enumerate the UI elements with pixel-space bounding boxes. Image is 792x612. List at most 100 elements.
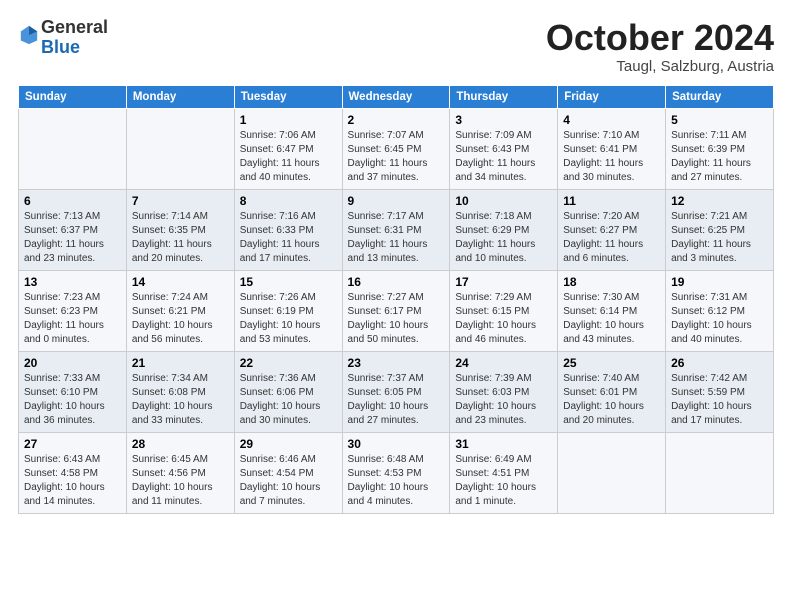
logo-icon [19,24,39,46]
week-row-1: 1 Sunrise: 7:06 AMSunset: 6:47 PMDaylight… [19,108,774,189]
day-number: 22 [240,356,337,370]
day-number: 5 [671,113,768,127]
day-number: 31 [455,437,552,451]
day-cell: 7 Sunrise: 7:14 AMSunset: 6:35 PMDaylight… [126,189,234,270]
day-number: 7 [132,194,229,208]
day-info: Sunrise: 6:49 AMSunset: 4:51 PMDaylight:… [455,453,552,509]
day-number: 1 [240,113,337,127]
day-cell [558,432,666,513]
day-info: Sunrise: 7:07 AMSunset: 6:45 PMDaylight:… [348,129,445,185]
weekday-header-friday: Friday [558,85,666,108]
day-info: Sunrise: 7:31 AMSunset: 6:12 PMDaylight:… [671,291,768,347]
day-number: 21 [132,356,229,370]
calendar-body: 1 Sunrise: 7:06 AMSunset: 6:47 PMDaylight… [19,108,774,513]
weekday-header-monday: Monday [126,85,234,108]
day-cell: 23 Sunrise: 7:37 AMSunset: 6:05 PMDayligh… [342,351,450,432]
day-cell: 5 Sunrise: 7:11 AMSunset: 6:39 PMDaylight… [666,108,774,189]
day-info: Sunrise: 7:06 AMSunset: 6:47 PMDaylight:… [240,129,337,185]
day-info: Sunrise: 6:43 AMSunset: 4:58 PMDaylight:… [24,453,121,509]
day-number: 26 [671,356,768,370]
day-cell: 8Sunrise: 7:16 AMSunset: 6:33 PMDaylight… [234,189,342,270]
day-info: Sunrise: 7:20 AMSunset: 6:27 PMDaylight:… [563,210,660,266]
day-number: 11 [563,194,660,208]
day-number: 16 [348,275,445,289]
day-cell: 22 Sunrise: 7:36 AMSunset: 6:06 PMDayligh… [234,351,342,432]
day-info: Sunrise: 7:26 AMSunset: 6:19 PMDaylight:… [240,291,337,347]
day-cell: 21 Sunrise: 7:34 AMSunset: 6:08 PMDayligh… [126,351,234,432]
day-number: 6 [24,194,121,208]
week-row-4: 20 Sunrise: 7:33 AMSunset: 6:10 PMDayligh… [19,351,774,432]
day-cell: 29 Sunrise: 6:46 AMSunset: 4:54 PMDayligh… [234,432,342,513]
day-info: Sunrise: 7:27 AMSunset: 6:17 PMDaylight:… [348,291,445,347]
day-number: 30 [348,437,445,451]
day-info: Sunrise: 7:23 AMSunset: 6:23 PMDaylight:… [24,291,121,347]
day-cell: 31 Sunrise: 6:49 AMSunset: 4:51 PMDayligh… [450,432,558,513]
day-info: Sunrise: 7:13 AMSunset: 6:37 PMDaylight:… [24,210,121,266]
day-cell: 26Sunrise: 7:42 AMSunset: 5:59 PMDayligh… [666,351,774,432]
day-number: 29 [240,437,337,451]
day-info: Sunrise: 6:48 AMSunset: 4:53 PMDaylight:… [348,453,445,509]
day-info: Sunrise: 7:37 AMSunset: 6:05 PMDaylight:… [348,372,445,428]
title-month: October 2024 [546,18,774,58]
day-cell [666,432,774,513]
day-cell: 18 Sunrise: 7:30 AMSunset: 6:14 PMDayligh… [558,270,666,351]
day-cell: 25Sunrise: 7:40 AMSunset: 6:01 PMDayligh… [558,351,666,432]
day-cell: 6 Sunrise: 7:13 AMSunset: 6:37 PMDaylight… [19,189,127,270]
day-number: 24 [455,356,552,370]
logo-general: General [41,17,108,37]
logo-blue: Blue [41,37,80,57]
day-cell: 20 Sunrise: 7:33 AMSunset: 6:10 PMDayligh… [19,351,127,432]
day-info: Sunrise: 7:33 AMSunset: 6:10 PMDaylight:… [24,372,121,428]
day-info: Sunrise: 6:45 AMSunset: 4:56 PMDaylight:… [132,453,229,509]
day-info: Sunrise: 7:10 AMSunset: 6:41 PMDaylight:… [563,129,660,185]
day-info: Sunrise: 7:09 AMSunset: 6:43 PMDaylight:… [455,129,552,185]
day-info: Sunrise: 7:36 AMSunset: 6:06 PMDaylight:… [240,372,337,428]
page: General Blue October 2024 Taugl, Salzbur… [0,0,792,612]
day-number: 18 [563,275,660,289]
day-cell: 17Sunrise: 7:29 AMSunset: 6:15 PMDayligh… [450,270,558,351]
day-number: 28 [132,437,229,451]
day-cell: 9 Sunrise: 7:17 AMSunset: 6:31 PMDaylight… [342,189,450,270]
day-cell: 1 Sunrise: 7:06 AMSunset: 6:47 PMDaylight… [234,108,342,189]
day-number: 12 [671,194,768,208]
weekday-header-wednesday: Wednesday [342,85,450,108]
day-cell: 3 Sunrise: 7:09 AMSunset: 6:43 PMDaylight… [450,108,558,189]
day-number: 23 [348,356,445,370]
week-row-5: 27Sunrise: 6:43 AMSunset: 4:58 PMDayligh… [19,432,774,513]
day-number: 3 [455,113,552,127]
weekday-header-tuesday: Tuesday [234,85,342,108]
day-cell: 28 Sunrise: 6:45 AMSunset: 4:56 PMDayligh… [126,432,234,513]
day-info: Sunrise: 7:21 AMSunset: 6:25 PMDaylight:… [671,210,768,266]
day-cell: 2 Sunrise: 7:07 AMSunset: 6:45 PMDaylight… [342,108,450,189]
day-number: 2 [348,113,445,127]
weekday-header-sunday: Sunday [19,85,127,108]
day-info: Sunrise: 7:18 AMSunset: 6:29 PMDaylight:… [455,210,552,266]
day-cell: 24Sunrise: 7:39 AMSunset: 6:03 PMDayligh… [450,351,558,432]
day-number: 8 [240,194,337,208]
day-info: Sunrise: 6:46 AMSunset: 4:54 PMDaylight:… [240,453,337,509]
weekday-header-thursday: Thursday [450,85,558,108]
day-cell: 11 Sunrise: 7:20 AMSunset: 6:27 PMDayligh… [558,189,666,270]
day-info: Sunrise: 7:14 AMSunset: 6:35 PMDaylight:… [132,210,229,266]
calendar: SundayMondayTuesdayWednesdayThursdayFrid… [18,85,774,514]
day-cell: 16 Sunrise: 7:27 AMSunset: 6:17 PMDayligh… [342,270,450,351]
day-number: 14 [132,275,229,289]
day-cell: 13 Sunrise: 7:23 AMSunset: 6:23 PMDayligh… [19,270,127,351]
day-number: 20 [24,356,121,370]
day-cell: 15 Sunrise: 7:26 AMSunset: 6:19 PMDayligh… [234,270,342,351]
day-info: Sunrise: 7:29 AMSunset: 6:15 PMDaylight:… [455,291,552,347]
header: General Blue October 2024 Taugl, Salzbur… [18,18,774,75]
title-block: October 2024 Taugl, Salzburg, Austria [546,18,774,75]
day-number: 9 [348,194,445,208]
day-info: Sunrise: 7:30 AMSunset: 6:14 PMDaylight:… [563,291,660,347]
week-row-3: 13 Sunrise: 7:23 AMSunset: 6:23 PMDayligh… [19,270,774,351]
day-cell: 4Sunrise: 7:10 AMSunset: 6:41 PMDaylight… [558,108,666,189]
day-info: Sunrise: 7:24 AMSunset: 6:21 PMDaylight:… [132,291,229,347]
day-number: 15 [240,275,337,289]
day-number: 13 [24,275,121,289]
day-info: Sunrise: 7:11 AMSunset: 6:39 PMDaylight:… [671,129,768,185]
day-number: 19 [671,275,768,289]
day-info: Sunrise: 7:17 AMSunset: 6:31 PMDaylight:… [348,210,445,266]
day-info: Sunrise: 7:34 AMSunset: 6:08 PMDaylight:… [132,372,229,428]
logo: General Blue [18,18,108,58]
